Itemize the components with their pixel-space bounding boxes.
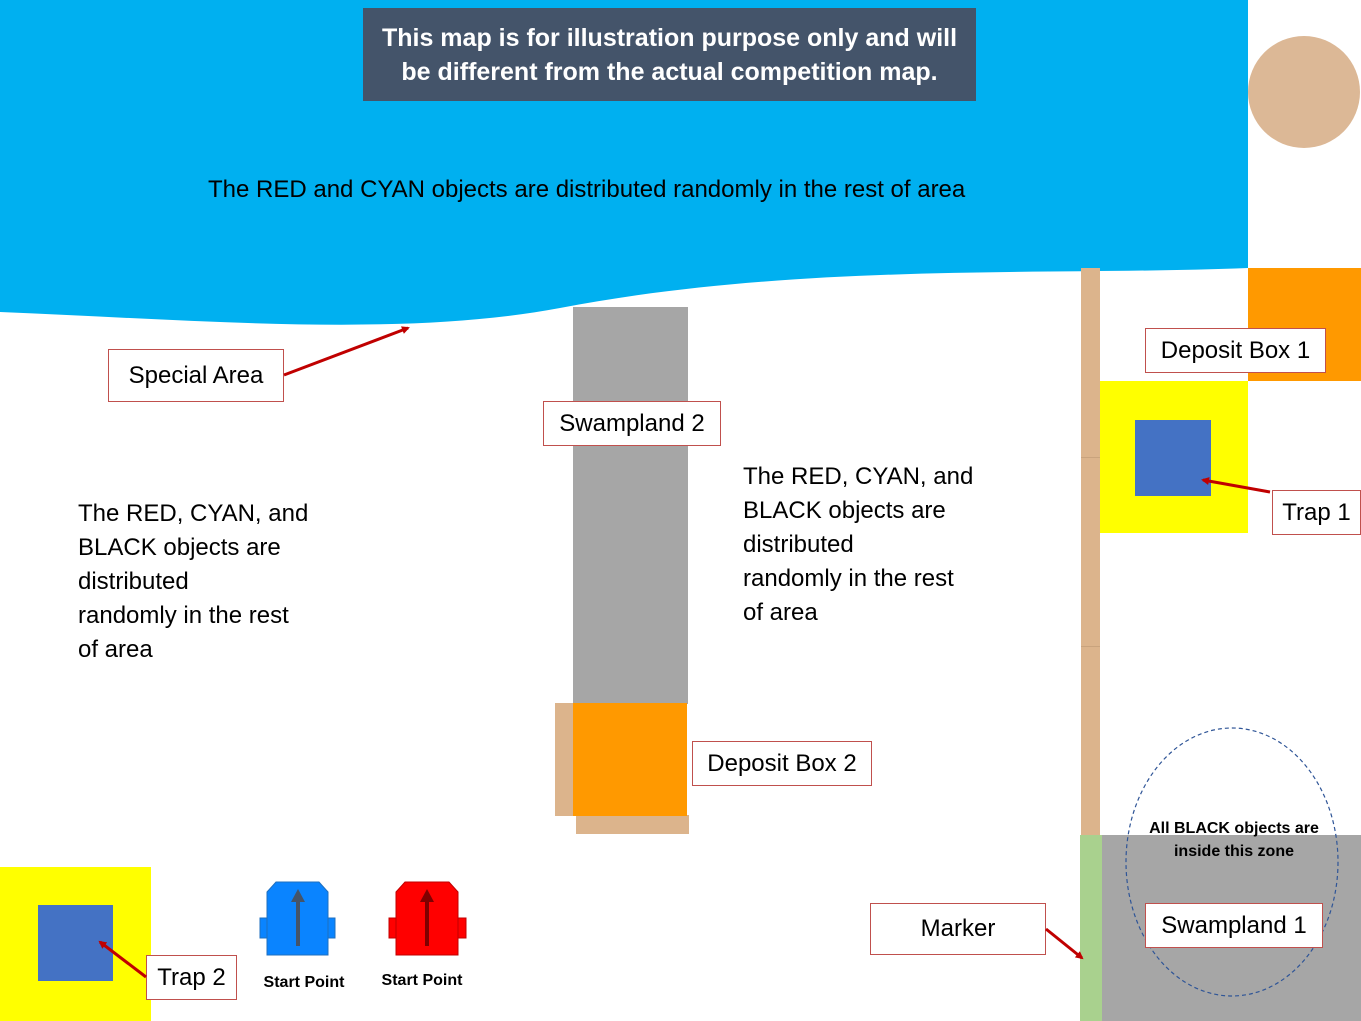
left-text-line-4: randomly in the rest <box>78 602 289 629</box>
deposit-box-1-label: Deposit Box 1 <box>1145 328 1326 373</box>
swampland-1-label: Swampland 1 <box>1145 903 1323 948</box>
wall-seam-2 <box>1081 646 1100 647</box>
disclaimer-line-2: be different from the actual competition… <box>401 57 938 86</box>
special-area-text: The RED and CYAN objects are distributed… <box>208 176 966 203</box>
sun-circle-icon <box>1248 36 1360 148</box>
marker-strip <box>1080 835 1102 1021</box>
middle-text-line-2: BLACK objects are <box>743 497 946 524</box>
left-text-line-1: The RED, CYAN, and <box>78 500 309 527</box>
right-wall <box>1081 268 1100 835</box>
wall-seam-1 <box>1081 457 1100 458</box>
deposit-box-2-label: Deposit Box 2 <box>692 741 872 786</box>
swampland-2-area <box>573 307 688 704</box>
start-point-blue-label: Start Point <box>263 974 345 991</box>
trap-2-core <box>38 905 113 981</box>
disclaimer-line-1: This map is for illustration purpose onl… <box>381 23 958 52</box>
trap-1-core <box>1135 420 1211 496</box>
swampland-2-label: Swampland 2 <box>543 401 721 446</box>
deposit-box-2-wall-bottom <box>576 815 689 834</box>
left-text-line-3: distributed <box>78 568 189 595</box>
trap-2-label: Trap 2 <box>146 955 237 1000</box>
trap-1-label: Trap 1 <box>1272 490 1361 535</box>
middle-text-line-1: The RED, CYAN, and <box>743 463 974 490</box>
marker-label: Marker <box>870 903 1046 955</box>
deposit-box-2 <box>573 703 687 816</box>
middle-text-line-3: distributed <box>743 531 854 558</box>
middle-distribution-text: The RED, CYAN, and BLACK objects are dis… <box>743 460 973 630</box>
black-zone-line-2: inside this zone <box>1173 843 1294 860</box>
disclaimer-banner: This map is for illustration purpose onl… <box>363 8 976 101</box>
middle-text-line-4: randomly in the rest <box>743 565 954 592</box>
start-point-red-label: Start Point <box>381 972 463 989</box>
middle-text-line-5: of area <box>743 599 818 626</box>
deposit-box-2-wall-left <box>555 703 573 816</box>
special-area-label: Special Area <box>108 349 284 402</box>
left-distribution-text: The RED, CYAN, and BLACK objects are dis… <box>78 497 308 667</box>
left-text-line-2: BLACK objects are <box>78 534 281 561</box>
black-zone-line-1: All BLACK objects are <box>1149 820 1319 837</box>
left-text-line-5: of area <box>78 636 153 663</box>
